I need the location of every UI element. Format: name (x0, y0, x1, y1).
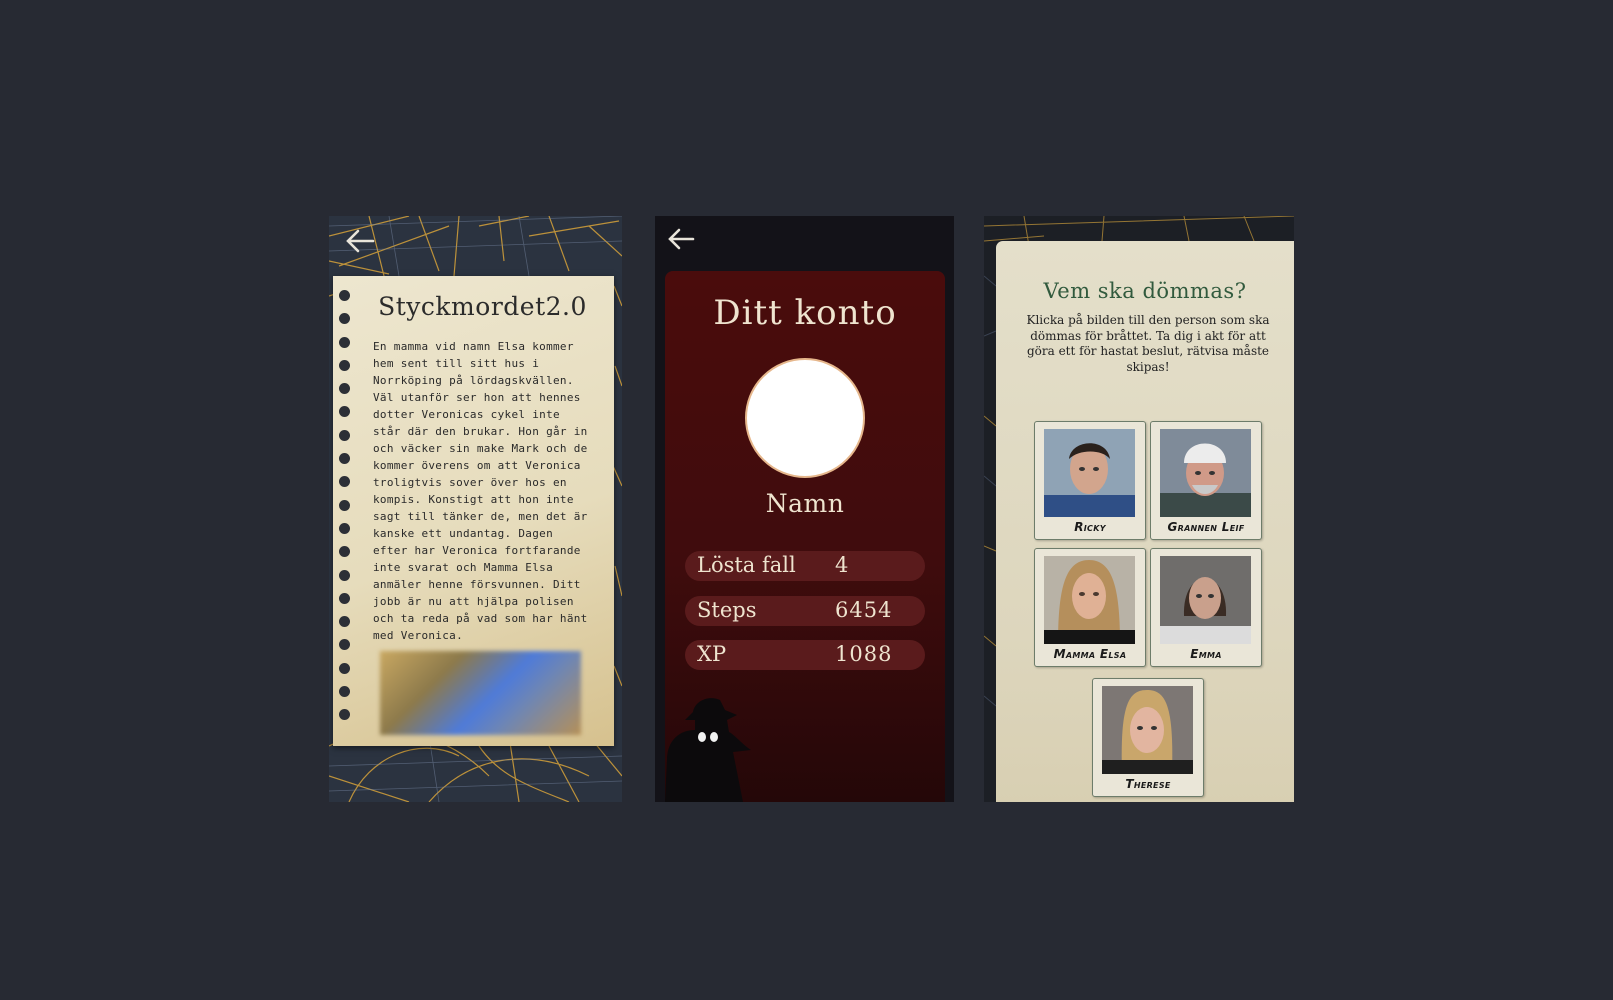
suspect-card-grannen-leif[interactable]: Grannen Leif (1150, 421, 1262, 540)
account-title: Ditt konto (713, 293, 897, 333)
suspect-photo (1102, 686, 1193, 774)
stat-row-steps: Steps 6454 (685, 596, 925, 626)
suspect-name: Ricky (1074, 520, 1106, 534)
suspect-name: Emma (1190, 647, 1222, 661)
stat-label: XP (697, 642, 727, 666)
verdict-card: Vem ska dömmas? Klicka på bilden till de… (996, 241, 1294, 802)
suspect-card-ricky[interactable]: Ricky (1034, 421, 1146, 540)
suspect-card-emma[interactable]: Emma (1150, 548, 1262, 667)
suspect-card-therese[interactable]: Therese (1092, 678, 1204, 797)
suspect-name: Mamma Elsa (1053, 647, 1127, 661)
back-arrow-icon[interactable] (665, 224, 699, 254)
suspect-photo (1160, 556, 1251, 644)
binder-holes (339, 290, 353, 733)
case-title: Styckmordet2.0 (378, 292, 587, 321)
suspect-photo (1044, 556, 1135, 644)
back-arrow-icon[interactable] (343, 226, 377, 256)
case-photo (380, 651, 581, 735)
verdict-instructions: Klicka på bilden till den person som ska… (1026, 313, 1270, 374)
stat-label: Lösta fall (697, 553, 796, 577)
detective-silhouette-icon (665, 698, 751, 802)
case-note: Styckmordet2.0 En mamma vid namn Elsa ko… (333, 276, 614, 746)
suspect-photo (1160, 429, 1251, 517)
verdict-screen: Vem ska dömmas? Klicka på bilden till de… (984, 216, 1294, 802)
account-screen: Ditt konto Namn Lösta fall 4 Steps 6454 … (655, 216, 954, 802)
suspect-card-mamma-elsa[interactable]: Mamma Elsa (1034, 548, 1146, 667)
stat-value: 4 (835, 553, 850, 577)
stat-row-xp: XP 1088 (685, 640, 925, 670)
avatar[interactable] (745, 358, 865, 478)
account-name: Namn (765, 489, 845, 518)
stat-label: Steps (697, 598, 757, 622)
stat-row-solved-cases: Lösta fall 4 (685, 551, 925, 581)
case-screen: Styckmordet2.0 En mamma vid namn Elsa ko… (329, 216, 622, 802)
suspect-photo (1044, 429, 1135, 517)
stat-value: 6454 (835, 598, 893, 622)
suspect-name: Grannen Leif (1167, 520, 1245, 534)
verdict-title: Vem ska dömmas? (1043, 279, 1247, 303)
suspect-name: Therese (1125, 777, 1171, 791)
case-story: En mamma vid namn Elsa kommer hem sent t… (373, 340, 588, 642)
stat-value: 1088 (835, 642, 893, 666)
